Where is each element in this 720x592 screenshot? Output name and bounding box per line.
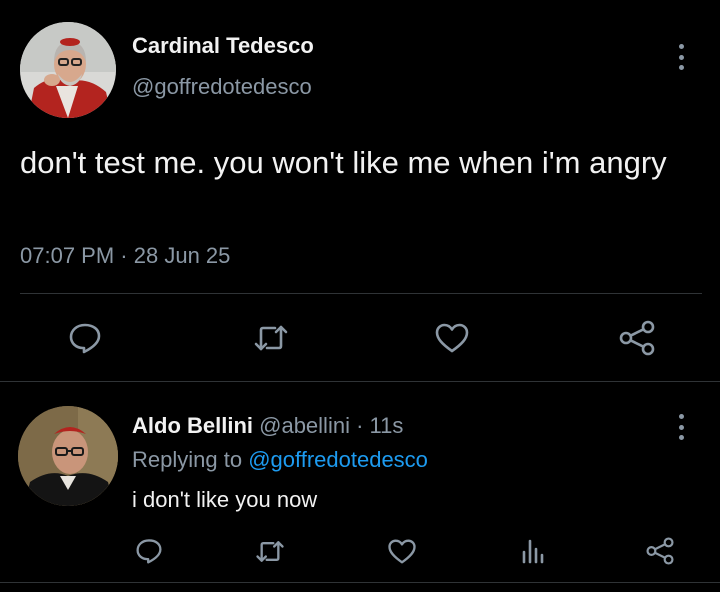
reply-icon xyxy=(136,539,162,564)
tweet-time: 07:07 PM xyxy=(20,243,115,268)
divider xyxy=(0,381,720,382)
share-icon xyxy=(619,320,655,356)
replying-to-handle[interactable]: @goffredotedesco xyxy=(248,447,428,472)
divider xyxy=(0,582,720,583)
retweet-icon xyxy=(256,540,284,562)
author-handle[interactable]: @goffredotedesco xyxy=(132,74,312,100)
like-button[interactable] xyxy=(429,318,475,358)
more-options-icon[interactable] xyxy=(671,410,691,444)
reply-analytics-button[interactable] xyxy=(515,534,551,568)
share-icon xyxy=(646,537,674,565)
reply-share-button[interactable] xyxy=(642,534,678,568)
meta-separator: · xyxy=(356,413,364,438)
meta-separator: · xyxy=(120,243,128,268)
reply-time-ago: 11s xyxy=(369,413,404,438)
reply-header: Aldo Bellini @abellini · 11s xyxy=(132,413,403,439)
tweet-text: don't test me. you won't like me when i'… xyxy=(20,145,667,180)
retweet-button[interactable] xyxy=(248,318,294,358)
divider xyxy=(20,293,702,294)
reply-like-button[interactable] xyxy=(384,534,420,568)
reply-author-avatar[interactable] xyxy=(18,406,118,506)
replying-to: Replying to @goffredotedesco xyxy=(132,447,428,473)
more-options-icon[interactable] xyxy=(671,40,691,74)
analytics-icon xyxy=(522,539,544,564)
reply-author-handle[interactable]: @abellini xyxy=(259,413,350,438)
tweet-date: 28 Jun 25 xyxy=(133,243,231,268)
share-button[interactable] xyxy=(614,318,660,358)
like-icon xyxy=(435,323,469,353)
tweet-timestamp: 07:07 PM · 28 Jun 25 xyxy=(20,243,230,269)
reply-author-name[interactable]: Aldo Bellini xyxy=(132,413,253,438)
reply-retweet-button[interactable] xyxy=(252,534,288,568)
reply-text: i don't like you now xyxy=(132,487,318,512)
retweet-icon xyxy=(254,325,288,351)
reply-icon xyxy=(69,323,101,354)
like-icon xyxy=(388,539,416,563)
reply-reply-button[interactable] xyxy=(131,534,167,568)
reply-button[interactable] xyxy=(62,318,108,358)
author-name[interactable]: Cardinal Tedesco xyxy=(132,33,314,59)
replying-to-label: Replying to xyxy=(132,447,243,472)
author-avatar[interactable] xyxy=(20,22,116,118)
